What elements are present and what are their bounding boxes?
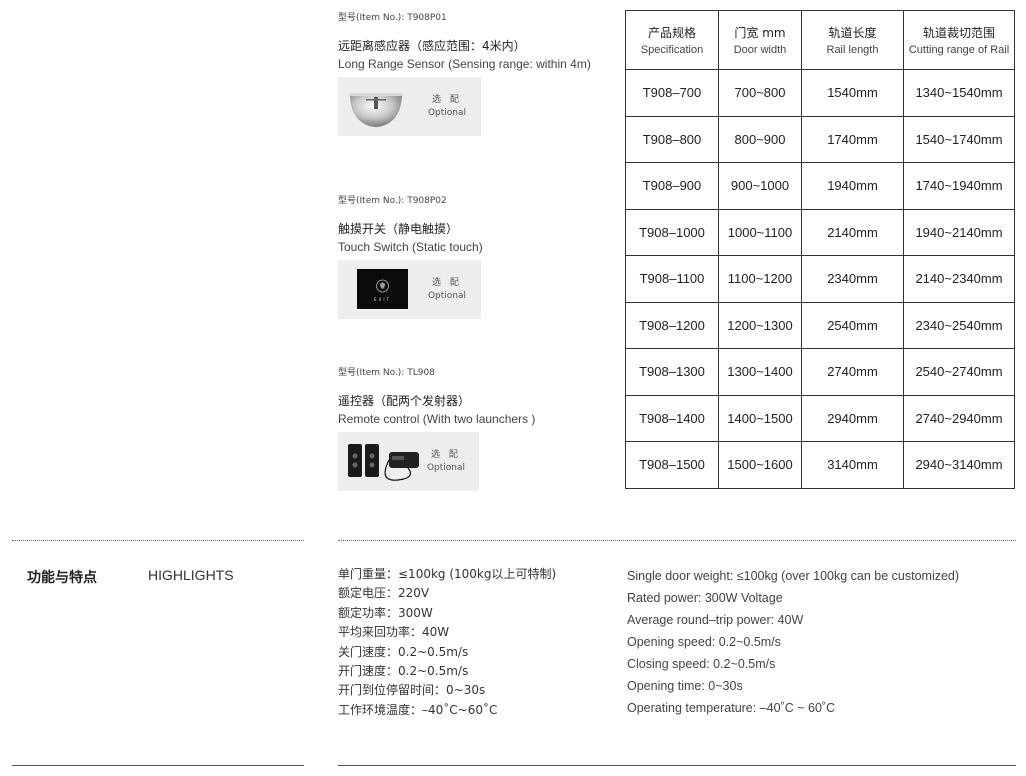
cell-rail-length: 2140mm <box>801 208 904 256</box>
cell-cutting-range: 2940~3140mm <box>903 441 1015 489</box>
table-row: T908–700 700~800 1540mm 1340~1540mm <box>625 69 1015 117</box>
touch-switch-panel: EXIT <box>357 269 408 309</box>
cell-door-width: 700~800 <box>718 69 802 117</box>
cell-cutting-range: 1940~2140mm <box>903 208 1015 256</box>
table-row: T908–1000 1000~1100 2140mm 1940~2140mm <box>625 208 1015 256</box>
item-name-cn: 触摸开关（静电触摸） <box>338 222 459 236</box>
power-button-icon <box>376 279 389 293</box>
cell-cutting-range: 2740~2940mm <box>903 394 1015 442</box>
bottom-rule-left <box>12 765 304 766</box>
highlights-title-en: HIGHLIGHTS <box>148 567 234 583</box>
cell-model: T908–700 <box>625 69 719 117</box>
list-item: Closing speed: 0.2~0.5m/s <box>627 657 776 671</box>
item-number: 型号(Item No.): T908P01 <box>338 13 447 23</box>
table-row: T908–900 900~1000 1940mm 1740~1940mm <box>625 162 1015 210</box>
item-number: 型号(Item No.): TL908 <box>338 368 435 378</box>
cell-rail-length: 1540mm <box>801 69 904 117</box>
item-name-cn: 遥控器（配两个发射器） <box>338 394 471 408</box>
optional-label: 选 配 Optional <box>427 95 466 118</box>
list-item: 工作环境温度：–40˚C~60˚C <box>338 702 498 717</box>
cell-door-width: 1400~1500 <box>718 394 802 442</box>
table-row: T908–800 800~900 1740mm 1540~1740mm <box>625 115 1015 163</box>
list-item: 平均来回功率：40W <box>338 625 450 640</box>
cell-door-width: 900~1000 <box>718 162 802 210</box>
item-name-en: Remote control (With two launchers ) <box>338 412 536 426</box>
highlights-title-cn: 功能与特点 <box>27 570 97 586</box>
table-row: T908–1300 1300~1400 2740mm 2540~2740mm <box>625 348 1015 396</box>
features-list-cn: 单门重量：≤100kg (100kg以上可特制) 额定电压：220V 额定功率：… <box>338 565 556 720</box>
dotted-divider-left <box>12 540 304 541</box>
switch-label: EXIT <box>374 297 391 302</box>
header-door-width: 门宽 mm Door width <box>718 10 802 70</box>
cell-door-width: 1000~1100 <box>718 208 802 256</box>
table-row: T908–1500 1500~1600 3140mm 2940~3140mm <box>625 441 1015 489</box>
dotted-divider-right <box>338 540 1016 541</box>
cell-model: T908–800 <box>625 115 719 163</box>
touch-switch-image: EXIT 选 配 Optional <box>338 260 481 319</box>
item-touch-switch: 型号(Item No.): T908P02 触摸开关（静电触摸） Touch S… <box>338 193 483 319</box>
list-item: 额定电压：220V <box>338 586 430 601</box>
cell-cutting-range: 1740~1940mm <box>903 162 1015 210</box>
header-cutting-range: 轨道裁切范围 Cutting range of Rail <box>903 10 1015 70</box>
cell-cutting-range: 2340~2540mm <box>903 301 1015 349</box>
cell-rail-length: 2740mm <box>801 348 904 396</box>
cell-model: T908–1400 <box>625 394 719 442</box>
table-header-row: 产品规格 Specification 门宽 mm Door width 轨道长度… <box>625 10 1015 70</box>
features-list-en: Single door weight: ≤100kg (over 100kg c… <box>627 565 959 719</box>
remote-control-image: 选 配 Optional <box>338 432 479 491</box>
cell-model: T908–1000 <box>625 208 719 256</box>
cell-model: T908–1500 <box>625 441 719 489</box>
cell-model: T908–1300 <box>625 348 719 396</box>
cell-model: T908–1200 <box>625 301 719 349</box>
bottom-rule-right <box>338 765 1016 766</box>
list-item: Opening speed: 0.2~0.5m/s <box>627 635 781 649</box>
list-item: 开门速度：0.2~0.5m/s <box>338 664 469 679</box>
list-item: 单门重量：≤100kg (100kg以上可特制) <box>338 567 557 581</box>
cell-rail-length: 2940mm <box>801 394 904 442</box>
cell-door-width: 1300~1400 <box>718 348 802 396</box>
cell-rail-length: 1740mm <box>801 115 904 163</box>
spec-table: 产品规格 Specification 门宽 mm Door width 轨道长度… <box>625 10 1015 489</box>
optional-label: 选 配 Optional <box>427 278 466 301</box>
cell-cutting-range: 2540~2740mm <box>903 348 1015 396</box>
optional-label: 选 配 Optional <box>426 450 465 473</box>
remote-control-icon <box>348 444 419 481</box>
list-item: 关门速度：0.2~0.5m/s <box>338 644 469 659</box>
list-item: Single door weight: ≤100kg (over 100kg c… <box>627 569 960 583</box>
cell-cutting-range: 1540~1740mm <box>903 115 1015 163</box>
item-long-range-sensor: 型号(Item No.): T908P01 远距离感应器（感应范围：4米内） L… <box>338 10 591 136</box>
list-item: 额定功率：300W <box>338 605 433 620</box>
table-row: T908–1200 1200~1300 2540mm 2340~2540mm <box>625 301 1015 349</box>
table-row: T908–1400 1400~1500 2940mm 2740~2940mm <box>625 394 1015 442</box>
cell-cutting-range: 1340~1540mm <box>903 69 1015 117</box>
header-rail-length: 轨道长度 Rail length <box>801 10 904 70</box>
list-item: Opening time: 0~30s <box>627 679 743 693</box>
cell-door-width: 1500~1600 <box>718 441 802 489</box>
cell-rail-length: 2340mm <box>801 255 904 303</box>
cell-model: T908–900 <box>625 162 719 210</box>
list-item: 开门到位停留时间：0~30s <box>338 683 486 698</box>
item-name-en: Long Range Sensor (Sensing range: within… <box>338 57 591 71</box>
cell-cutting-range: 2140~2340mm <box>903 255 1015 303</box>
cell-door-width: 1100~1200 <box>718 255 802 303</box>
cell-rail-length: 3140mm <box>801 441 904 489</box>
item-remote-control: 型号(Item No.): TL908 遥控器（配两个发射器） Remote c… <box>338 365 535 491</box>
list-item: Operating temperature: –40˚C ~ 60˚C <box>627 701 836 715</box>
list-item: Average round–trip power: 40W <box>627 613 804 627</box>
item-name-en: Touch Switch (Static touch) <box>338 240 483 254</box>
header-specification: 产品规格 Specification <box>625 10 719 70</box>
cell-rail-length: 1940mm <box>801 162 904 210</box>
list-item: Rated power: 300W Voltage <box>627 591 783 605</box>
sensor-icon <box>349 93 403 128</box>
cell-rail-length: 2540mm <box>801 301 904 349</box>
item-name-cn: 远距离感应器（感应范围：4米内） <box>338 39 526 53</box>
item-number: 型号(Item No.): T908P02 <box>338 196 447 206</box>
table-row: T908–1100 1100~1200 2340mm 2140~2340mm <box>625 255 1015 303</box>
cell-door-width: 1200~1300 <box>718 301 802 349</box>
cell-door-width: 800~900 <box>718 115 802 163</box>
cell-model: T908–1100 <box>625 255 719 303</box>
sensor-image: 选 配 Optional <box>338 77 481 136</box>
